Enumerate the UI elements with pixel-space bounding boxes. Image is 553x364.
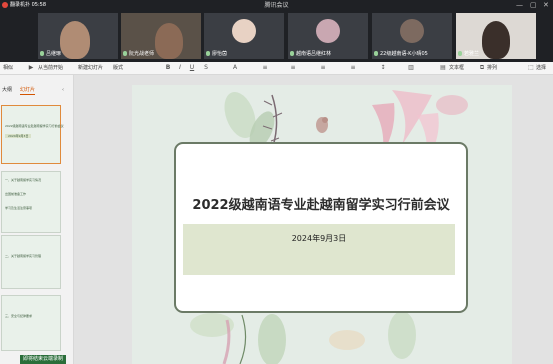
thumbnail-text: 二、关于越南留学实习管理 (5, 254, 42, 258)
toolbar-item[interactable]: 选择 (536, 62, 546, 74)
bold-icon[interactable]: B (165, 65, 171, 71)
tab-slides[interactable]: 幻灯片 (20, 87, 36, 95)
toolbar-item[interactable]: 相似 (3, 62, 13, 74)
columns-icon[interactable]: ▥ (408, 65, 414, 71)
avatar (232, 19, 256, 43)
minimize-icon[interactable]: — (516, 1, 523, 10)
slide-thumbnail[interactable]: 2022级越南语专业赴越南留学实习行前会议 2024年9月3日 (1, 105, 64, 164)
list-icon[interactable]: ≡ (262, 65, 268, 71)
participant-video (60, 21, 90, 59)
thumbnail-text: 学习及生活注意事项 (5, 206, 33, 210)
participant-tile[interactable]: 阮光战老师 (121, 13, 201, 59)
arrange-icon[interactable]: ⧉ (479, 65, 485, 71)
mic-icon (374, 51, 378, 56)
participant-tile[interactable]: 若雅兰 (456, 13, 536, 59)
recording-indicator[interactable]: 翻录机扑 05:58 (2, 1, 46, 10)
textbox-icon[interactable]: ▤ (440, 65, 446, 71)
record-dot-icon (2, 1, 8, 8)
mic-icon (290, 51, 294, 56)
thumbnail-text: 三、安全与纪律要求 (5, 314, 33, 318)
mic-icon (458, 51, 462, 56)
participant-label: 若雅兰 (458, 51, 479, 58)
ppt-toolbar: 相似 ▶ 从当前开始 新建幻灯片 版式 B I U S A ≡ ≡ ≡ ≡ ↕ … (0, 62, 553, 75)
date-box (183, 224, 455, 275)
mic-icon (206, 51, 210, 56)
align-center-icon[interactable]: ≡ (320, 65, 326, 71)
slide-thumbnail[interactable]: 二、关于越南留学实习管理 (1, 235, 61, 289)
line-spacing-icon[interactable]: ↕ (380, 65, 386, 71)
recording-label: 翻录机扑 05:58 (10, 2, 46, 8)
participant-video (155, 23, 183, 59)
meeting-video-bar: 腾讯会议 翻录机扑 05:58 — ▢ ✕ 吕继琢 阮光战老师 廖怡茵 越南语吕… (0, 0, 553, 62)
thumbnail-text: 2022级越南语专业赴越南留学实习行前会议 (5, 124, 64, 128)
align-left-icon[interactable]: ≡ (290, 65, 296, 71)
maximize-icon[interactable]: ▢ (530, 1, 537, 10)
mic-icon (123, 51, 127, 56)
recording-notice[interactable]: 即将结束云端录制 (20, 355, 67, 364)
meeting-window-title: 腾讯会议 (264, 2, 289, 9)
slide-thumbnail[interactable]: 三、安全与纪律要求 (1, 295, 61, 351)
thumbnail-text: 一、关于越南留学实习情况 (5, 178, 42, 182)
participant-tile[interactable]: 廖怡茵 (204, 13, 284, 59)
select-icon[interactable]: ⬚ (528, 65, 534, 71)
slide-date[interactable]: 2024年9月3日 (183, 233, 455, 244)
mic-icon (40, 51, 44, 56)
align-right-icon[interactable]: ≡ (350, 65, 356, 71)
close-icon[interactable]: ✕ (543, 1, 549, 10)
toolbar-item[interactable]: 从当前开始 (38, 62, 63, 74)
strikethrough-icon[interactable]: S (203, 65, 209, 71)
underline-icon[interactable]: U (189, 65, 195, 71)
italic-icon[interactable]: I (177, 65, 183, 71)
slide-title[interactable]: 2022级越南语专业赴越南留学实习行前会议 (174, 194, 468, 213)
participant-label: 吕继琢 (40, 51, 61, 58)
participant-tile[interactable]: 22级越南语-K小晴05 (372, 13, 452, 59)
toolbar-item[interactable]: 文本框 (449, 62, 464, 74)
collapse-pane-icon[interactable]: ‹ (62, 87, 64, 94)
avatar (400, 19, 424, 43)
font-color-icon[interactable]: A (232, 65, 238, 71)
tab-outline[interactable]: 大纲 (2, 87, 12, 94)
participant-label: 越南语吕继红林 (290, 51, 331, 58)
participant-label: 22级越南语-K小晴05 (374, 51, 428, 58)
participant-label: 阮光战老师 (123, 51, 154, 58)
participant-tile[interactable]: 越南语吕继红林 (288, 13, 368, 59)
participant-tile[interactable]: 吕继琢 (38, 13, 118, 59)
slide-thumbnail[interactable]: 一、关于越南留学实习情况 出国前准备工作 学习及生活注意事项 (1, 171, 61, 233)
participant-video (482, 21, 510, 59)
slide-navigation-pane: 大纲 幻灯片 ‹ 2022级越南语专业赴越南留学实习行前会议 2024年9月3日… (0, 75, 74, 364)
thumbnail-text: 出国前准备工作 (5, 192, 27, 196)
play-icon[interactable]: ▶ (28, 65, 34, 71)
thumbnail-text: 2024年9月3日 (5, 134, 32, 138)
toolbar-item[interactable]: 新建幻灯片 (78, 62, 103, 74)
toolbar-item[interactable]: 排列 (487, 62, 497, 74)
participant-label: 廖怡茵 (206, 51, 227, 58)
toolbar-item[interactable]: 版式 (113, 62, 123, 74)
avatar (316, 19, 340, 43)
